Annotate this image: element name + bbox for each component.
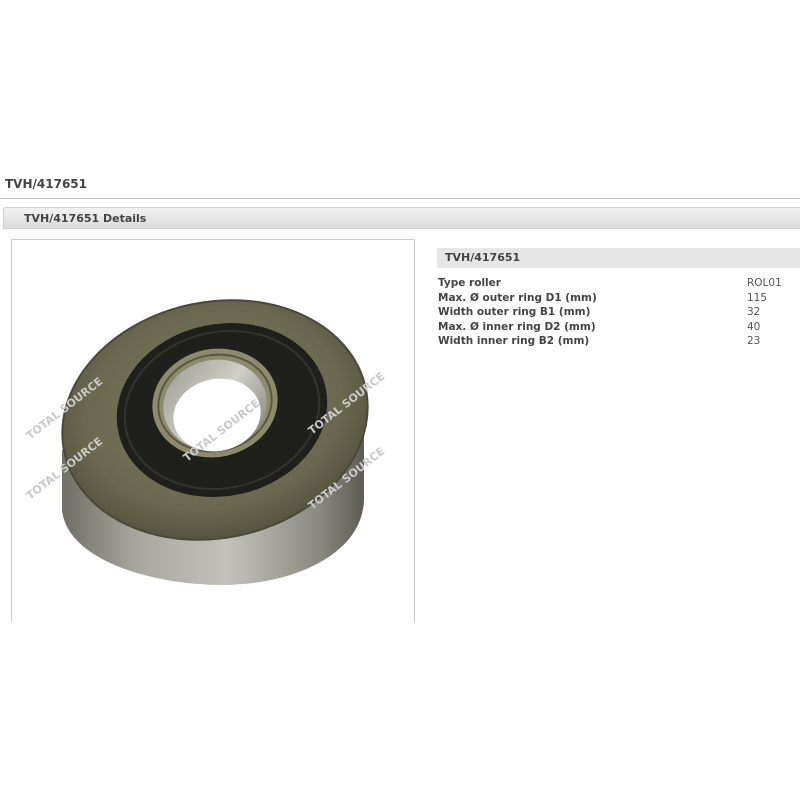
spec-value: 40	[747, 320, 761, 333]
spec-label: Width outer ring B1 (mm)	[438, 306, 591, 319]
spec-table: Type roller ROL01 Max. Ø outer ring D1 (…	[438, 276, 800, 349]
spec-row-inner-diameter: Max. Ø inner ring D2 (mm) 40	[438, 320, 800, 335]
details-section-label: TVH/417651 Details	[24, 212, 147, 225]
spec-row-outer-diameter: Max. Ø outer ring D1 (mm) 115	[438, 291, 800, 306]
spec-row-outer-width: Width outer ring B1 (mm) 32	[438, 305, 800, 320]
spec-value: 115	[747, 291, 768, 304]
spec-value: ROL01	[747, 277, 782, 289]
spec-row-type-roller: Type roller ROL01	[438, 276, 800, 291]
spec-label: Type roller	[438, 277, 501, 289]
page-background	[0, 622, 800, 800]
spec-row-inner-width: Width inner ring B2 (mm) 23	[438, 334, 800, 349]
product-image-frame[interactable]: TOTAL SOURCE TOTAL SOURCE TOTAL SOURCE T…	[11, 239, 415, 630]
spec-value: 32	[747, 306, 761, 319]
page-title: TVH/417651	[5, 177, 87, 191]
spec-label: Width inner ring B2 (mm)	[438, 335, 590, 348]
product-image: TOTAL SOURCE TOTAL SOURCE TOTAL SOURCE T…	[24, 299, 387, 585]
title-divider	[0, 198, 800, 199]
spec-table-title: TVH/417651	[445, 251, 521, 264]
spec-value: 23	[747, 335, 761, 348]
details-section-header[interactable]: TVH/417651 Details	[3, 207, 800, 229]
spec-table-header: TVH/417651	[437, 248, 800, 268]
spec-label: Max. Ø outer ring D1 (mm)	[438, 291, 597, 304]
spec-label: Max. Ø inner ring D2 (mm)	[438, 320, 596, 333]
